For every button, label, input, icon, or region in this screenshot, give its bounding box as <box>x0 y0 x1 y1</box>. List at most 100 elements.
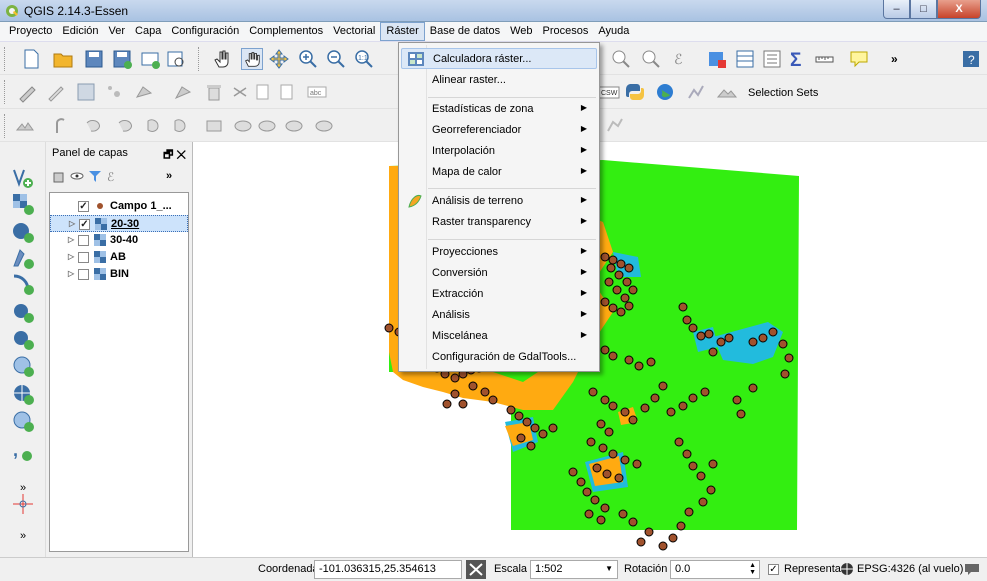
help-icon[interactable]: ? <box>960 48 982 70</box>
split-features-icon[interactable] <box>52 115 74 137</box>
render-checkbox[interactable]: ✓ <box>768 564 779 575</box>
move-feature-icon[interactable] <box>133 81 155 103</box>
style-manager-icon[interactable] <box>52 169 66 183</box>
spinbox-arrows-icon[interactable]: ▲ ▼ <box>749 562 756 576</box>
add-db2-layer-icon[interactable] <box>11 327 35 351</box>
pan-map-icon[interactable] <box>241 48 263 70</box>
menu-edicion[interactable]: Edición <box>57 22 103 42</box>
paste-features-icon[interactable] <box>276 81 298 103</box>
add-group-eye-icon[interactable] <box>70 169 84 183</box>
minimize-button[interactable]: – <box>883 0 910 19</box>
menu-complementos[interactable]: Complementos <box>244 22 328 42</box>
menu-item-configuracion-gdaltools[interactable]: Configuración de GdalTools... <box>401 347 597 368</box>
coordinate-field[interactable]: -101.036315,25.354613 <box>314 560 462 579</box>
layer-visibility-checkbox[interactable] <box>78 235 89 246</box>
menu-item-calculadora-raster[interactable]: Calculadora ráster... <box>401 48 597 69</box>
zoom-in-icon[interactable] <box>297 48 319 70</box>
menu-item-analisis-de-terreno[interactable]: Análisis de terreno ▶ <box>401 191 597 212</box>
new-print-composer-icon[interactable] <box>139 48 161 70</box>
add-wcs-layer-icon[interactable] <box>11 382 35 406</box>
menu-ver[interactable]: Ver <box>104 22 131 42</box>
layer-visibility-checkbox[interactable]: ✓ <box>78 201 89 212</box>
toolbar-grip[interactable] <box>198 47 201 71</box>
add-mssql-layer-icon[interactable] <box>11 272 35 296</box>
filter-icon[interactable] <box>88 169 102 183</box>
offset-curve-icon[interactable] <box>283 115 305 137</box>
current-edits-icon[interactable] <box>16 81 38 103</box>
copy-features-icon[interactable] <box>252 81 274 103</box>
add-oracle-layer-icon[interactable] <box>11 300 35 324</box>
menu-item-georreferenciador[interactable]: Georreferenciador ▶ <box>401 120 597 141</box>
save-project-icon[interactable] <box>83 48 105 70</box>
rotation-spinbox[interactable]: 0.0 ▲ ▼ <box>670 560 760 579</box>
scale-combobox[interactable]: 1:502 ▼ <box>530 560 618 579</box>
toolbar-grip[interactable] <box>4 80 7 104</box>
expand-arrow-icon[interactable]: ▷ <box>68 235 74 244</box>
identify-icon[interactable] <box>610 48 632 70</box>
layer-row-bin[interactable]: ▷ BIN <box>50 266 188 283</box>
python-console-icon[interactable] <box>624 81 646 103</box>
rotate-feature-icon[interactable] <box>313 115 335 137</box>
add-delimited-text-layer-icon[interactable]: , <box>11 439 35 463</box>
composer-manager-icon[interactable] <box>165 48 187 70</box>
label-abc-icon[interactable]: abc <box>306 81 328 103</box>
map-tips-icon[interactable] <box>848 48 870 70</box>
expand-toolbar-icon[interactable]: » <box>11 530 35 554</box>
toggle-editing-icon[interactable] <box>44 81 66 103</box>
menu-item-analisis[interactable]: Análisis ▶ <box>401 305 597 326</box>
panel-float-close-controls[interactable]: 🗗 ✕ <box>163 146 186 165</box>
menu-item-proyecciones[interactable]: Proyecciones ▶ <box>401 242 597 263</box>
messages-icon[interactable] <box>964 562 980 576</box>
expand-arrow-icon[interactable]: ▷ <box>68 269 74 278</box>
layer-row-30-40[interactable]: ▷ 30-40 <box>50 232 188 249</box>
menu-vectorial[interactable]: Vectorial <box>328 22 380 42</box>
add-wfs-layer-icon[interactable] <box>11 409 35 433</box>
field-calculator-icon[interactable] <box>761 48 783 70</box>
expand-arrow-icon[interactable]: ▷ <box>69 219 75 228</box>
menu-configuracion[interactable]: Configuración <box>166 22 244 42</box>
menu-base-de-datos[interactable]: Base de datos <box>425 22 505 42</box>
measure-icon[interactable]: ℰ <box>670 48 692 70</box>
pan-to-selection-icon[interactable] <box>268 48 290 70</box>
layer-row-campo[interactable]: ✓ Campo 1_... <box>50 198 188 215</box>
select-features-icon[interactable] <box>640 48 662 70</box>
menu-item-estadisticas-de-zona[interactable]: Estadísticas de zona ▶ <box>401 99 597 120</box>
layer-row-20-30[interactable]: ▷ ✓ 20-30 <box>50 215 188 232</box>
open-attribute-table-icon[interactable] <box>706 48 728 70</box>
add-part-icon[interactable] <box>143 115 165 137</box>
maximize-button[interactable]: □ <box>910 0 937 19</box>
add-wms-layer-icon[interactable] <box>11 354 35 378</box>
add-ring-icon[interactable] <box>115 115 137 137</box>
georeferencer-icon[interactable] <box>11 492 35 516</box>
toggle-extents-icon[interactable] <box>466 560 486 579</box>
add-raster-layer-icon[interactable] <box>11 192 35 216</box>
delete-ring-icon[interactable] <box>203 115 225 137</box>
menu-item-extraccion[interactable]: Extracción ▶ <box>401 284 597 305</box>
crs-globe-icon[interactable] <box>840 562 854 576</box>
expand-arrow-icon[interactable]: ▷ <box>68 252 74 261</box>
node-tool-icon[interactable] <box>172 81 194 103</box>
menu-raster[interactable]: Ráster <box>380 22 425 41</box>
new-project-icon[interactable] <box>20 48 42 70</box>
selection-sets-label[interactable]: Selection Sets <box>748 87 818 99</box>
menu-item-interpolacion[interactable]: Interpolación ▶ <box>401 141 597 162</box>
delete-selected-icon[interactable] <box>203 81 225 103</box>
reshape-features-icon[interactable] <box>256 115 278 137</box>
layer-visibility-checkbox[interactable] <box>78 252 89 263</box>
add-vector-layer-icon[interactable] <box>11 166 35 190</box>
simplify-feature-icon[interactable] <box>83 115 105 137</box>
terrain-icon[interactable] <box>716 81 738 103</box>
toolbar-grip[interactable] <box>4 114 7 138</box>
csw-icon[interactable]: CSW <box>598 81 620 103</box>
rotate-point-symbols-icon[interactable] <box>604 115 626 137</box>
cut-features-icon[interactable] <box>229 81 251 103</box>
zoom-native-icon[interactable]: 1:1 <box>353 48 375 70</box>
profile-tool-icon[interactable] <box>686 81 708 103</box>
menu-item-conversion[interactable]: Conversión ▶ <box>401 263 597 284</box>
heatmap-icon[interactable] <box>14 115 36 137</box>
menu-ayuda[interactable]: Ayuda <box>593 22 634 42</box>
layers-panel-overflow-button[interactable]: » <box>166 170 172 182</box>
save-as-icon[interactable] <box>111 48 133 70</box>
menu-item-mapa-de-calor[interactable]: Mapa de calor ▶ <box>401 162 597 183</box>
statistics-table-icon[interactable] <box>734 48 756 70</box>
